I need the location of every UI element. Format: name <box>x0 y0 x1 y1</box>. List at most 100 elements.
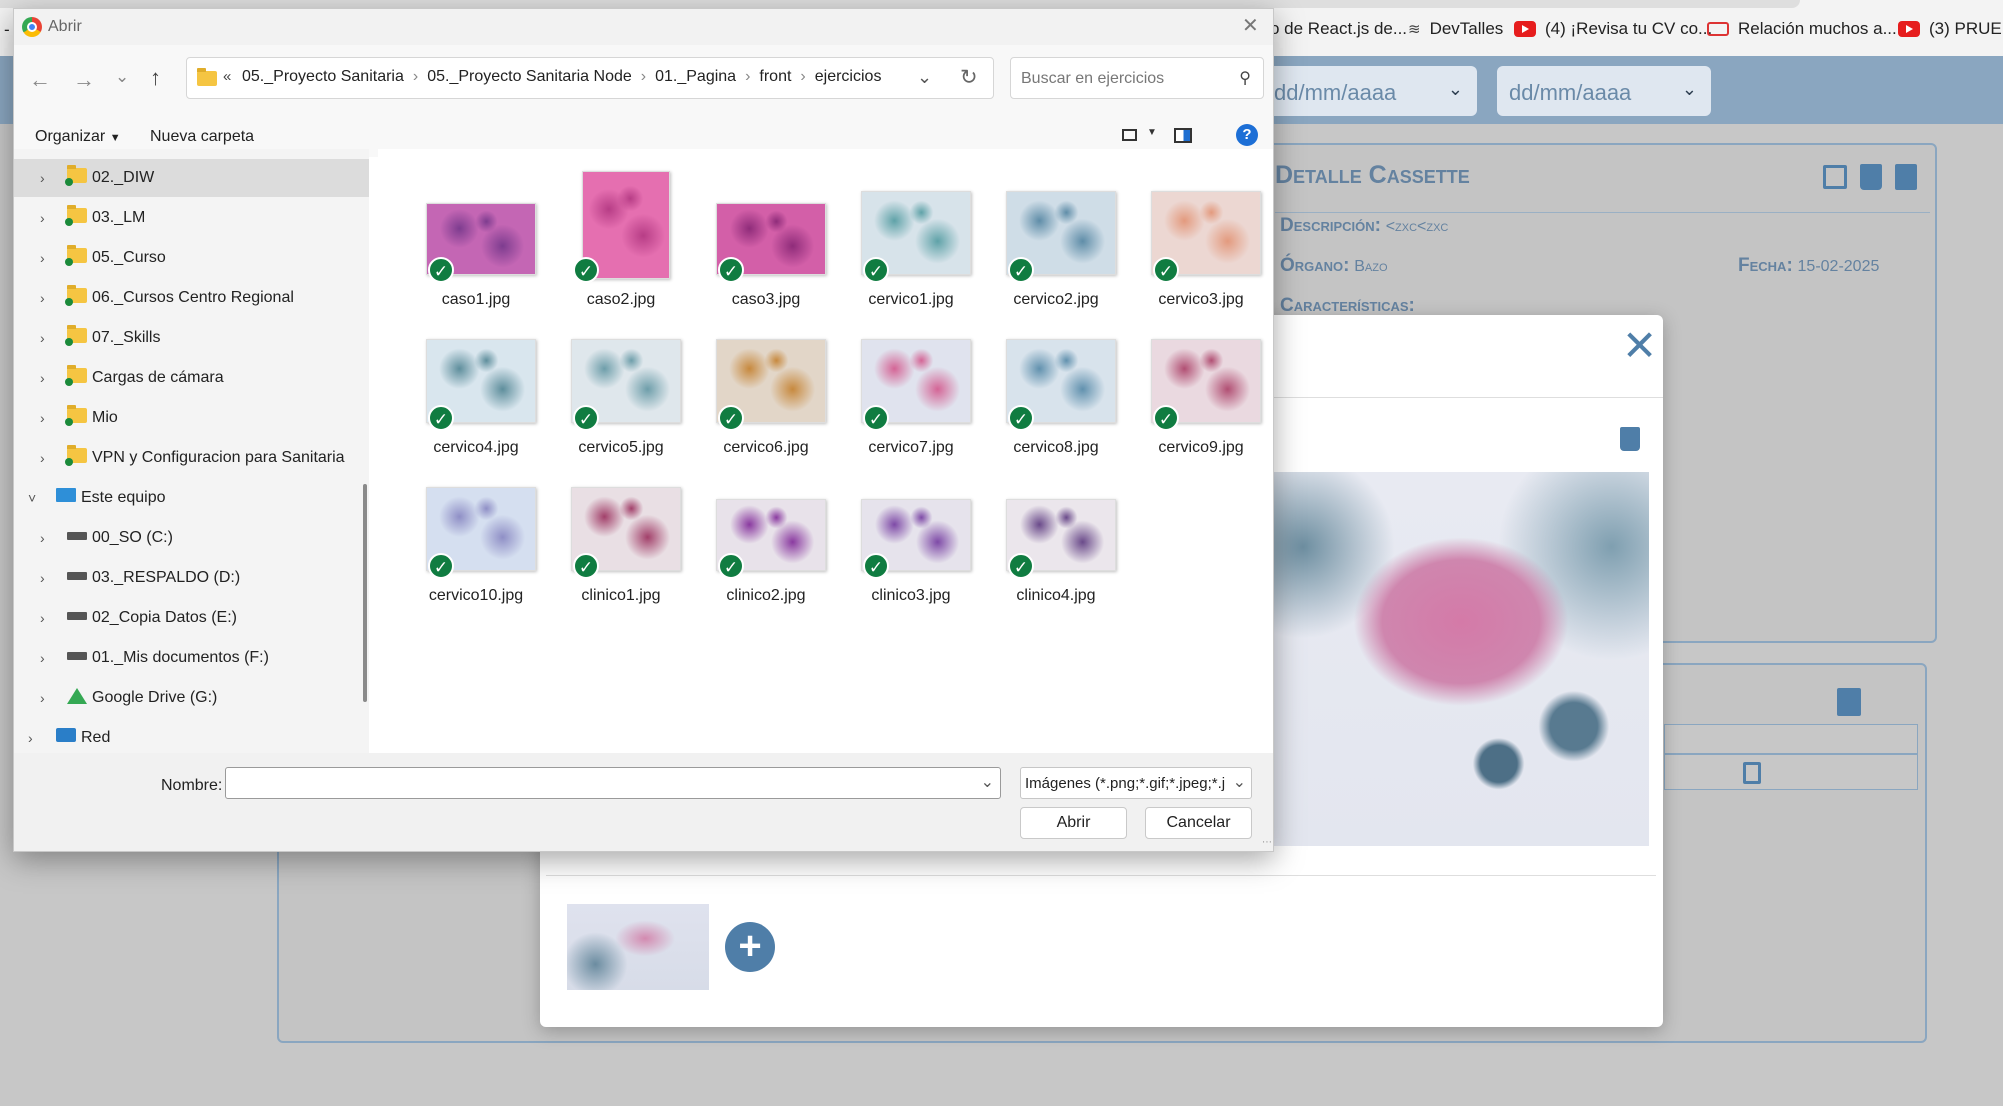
tree-item[interactable]: › 01._Mis documentos (F:) <box>14 639 369 677</box>
file-item[interactable]: ✓ cervico5.jpg <box>551 319 691 459</box>
resize-grip-icon[interactable]: ⋯ <box>1262 837 1272 848</box>
preview-pane-icon[interactable] <box>1174 128 1192 143</box>
file-item[interactable]: ✓ cervico6.jpg <box>696 319 836 459</box>
tree-item[interactable]: › 03._RESPALDO (D:) <box>14 559 369 597</box>
chevron-right-icon[interactable]: › <box>40 650 45 666</box>
sync-check-icon: ✓ <box>428 553 454 579</box>
tree-item[interactable]: › VPN y Configuracion para Sanitaria <box>14 439 369 477</box>
tree-item[interactable]: › 07._Skills <box>14 319 369 357</box>
chevron-down-icon[interactable]: ⌄ <box>917 67 932 88</box>
chevron-right-icon: › <box>640 68 647 85</box>
trash-icon[interactable] <box>1860 164 1882 190</box>
date-from-input[interactable]: dd/mm/aaaa ⌄ <box>1262 66 1477 116</box>
bookmark-dash[interactable]: - <box>4 20 10 40</box>
file-item[interactable]: ✓ cervico3.jpg <box>1131 171 1271 311</box>
search-input[interactable]: Buscar en ejercicios ⚲ <box>1010 57 1264 99</box>
tree-item[interactable]: › 06._Cursos Centro Regional <box>14 279 369 317</box>
chevron-right-icon[interactable]: › <box>40 410 45 426</box>
breadcrumb-item[interactable]: 01._Pagina <box>655 68 736 86</box>
bookmark-prueba[interactable]: (3) PRUEBA <box>1898 19 2003 39</box>
chevron-right-icon[interactable]: › <box>40 290 45 306</box>
tree-scrollbar[interactable] <box>363 484 367 702</box>
file-item[interactable]: ✓ caso2.jpg <box>551 171 691 311</box>
file-item[interactable]: ✓ caso1.jpg <box>406 171 546 311</box>
breadcrumb-item[interactable]: front <box>759 68 791 86</box>
forward-arrow-icon[interactable]: → <box>73 67 95 93</box>
chevron-down-icon[interactable]: ▼ <box>1147 127 1157 138</box>
file-item[interactable]: ✓ clinico3.jpg <box>841 467 981 607</box>
chevron-right-icon[interactable]: › <box>40 690 45 706</box>
file-item[interactable]: ✓ cervico2.jpg <box>986 171 1126 311</box>
tree-item[interactable]: › Mio <box>14 399 369 437</box>
tree-item[interactable]: › Red <box>14 719 369 753</box>
close-icon[interactable]: ✕ <box>1242 13 1259 38</box>
file-item[interactable]: ✓ cervico8.jpg <box>986 319 1126 459</box>
chevron-right-icon[interactable]: › <box>40 530 45 546</box>
refresh-icon[interactable]: ↻ <box>960 65 978 90</box>
tree-item[interactable]: › Cargas de cámara <box>14 359 369 397</box>
filename-input[interactable]: ⌄ <box>225 767 1001 799</box>
file-item[interactable]: ✓ cervico10.jpg <box>406 467 546 607</box>
tree-item[interactable]: › 02_Copia Datos (E:) <box>14 599 369 637</box>
close-icon[interactable]: ✕ <box>1622 325 1657 367</box>
tree-item-label: Mio <box>92 409 118 426</box>
file-name: cervico1.jpg <box>868 291 954 308</box>
file-item[interactable]: ✓ clinico1.jpg <box>551 467 691 607</box>
file-item[interactable]: ✓ cervico1.jpg <box>841 171 981 311</box>
chevron-right-icon[interactable]: › <box>40 170 45 186</box>
chevron-right-icon[interactable]: › <box>40 330 45 346</box>
tree-item[interactable]: › Google Drive (G:) <box>14 679 369 717</box>
help-icon[interactable]: ? <box>1236 124 1258 146</box>
chevron-down-icon: ⌄ <box>1681 79 1697 99</box>
edit-document-icon[interactable] <box>1895 164 1917 190</box>
chevron-down-icon[interactable]: ˅ <box>28 490 36 506</box>
file-item[interactable]: ✓ clinico2.jpg <box>696 467 836 607</box>
qr-code-icon[interactable] <box>1823 165 1847 189</box>
open-button[interactable]: Abrir <box>1020 807 1127 839</box>
file-item[interactable]: ✓ caso3.jpg <box>696 171 836 311</box>
chevron-right-icon[interactable]: › <box>40 370 45 386</box>
bookmark-devtalles[interactable]: ≋ DevTalles <box>1408 19 1503 39</box>
bookmark-relacion[interactable]: Relación muchos a... <box>1707 19 1897 39</box>
file-item[interactable]: ✓ clinico4.jpg <box>986 467 1126 607</box>
tree-item[interactable]: ˅ Este equipo <box>14 479 369 517</box>
new-folder-button[interactable]: Nueva carpeta <box>150 128 254 146</box>
add-file-icon[interactable] <box>1837 688 1861 716</box>
breadcrumb-item[interactable]: 05._Proyecto Sanitaria Node <box>427 68 632 86</box>
breadcrumb-item[interactable]: ejercicios <box>815 68 882 86</box>
organ-row: Órgano: Bazo <box>1280 255 1388 276</box>
tree-item[interactable]: › 03._LM <box>14 199 369 237</box>
file-type-select[interactable]: Imágenes (*.png;*.gif;*.jpeg;*.jpg ⌄ <box>1020 767 1252 799</box>
chevron-right-icon[interactable]: › <box>28 730 33 746</box>
bookmark-react[interactable]: o de React.js de... <box>1270 19 1407 39</box>
breadcrumb-item[interactable]: 05._Proyecto Sanitaria <box>242 68 404 86</box>
add-image-button[interactable]: + <box>725 922 775 972</box>
chevron-right-icon[interactable]: › <box>40 210 45 226</box>
file-item[interactable]: ✓ cervico7.jpg <box>841 319 981 459</box>
recent-locations-chevron-icon[interactable]: ⌄ <box>115 67 129 87</box>
document-icon[interactable] <box>1743 762 1761 784</box>
bookmark-cv[interactable]: (4) ¡Revisa tu CV co... <box>1514 19 1712 39</box>
chevron-right-icon[interactable]: › <box>40 610 45 626</box>
tree-item[interactable]: › 05._Curso <box>14 239 369 277</box>
file-item[interactable]: ✓ cervico9.jpg <box>1131 319 1271 459</box>
chevron-right-icon[interactable]: › <box>40 250 45 266</box>
devtalles-icon: ≋ <box>1408 21 1421 38</box>
chevron-right-icon[interactable]: › <box>40 570 45 586</box>
youtube-icon <box>1898 21 1920 37</box>
delete-image-icon[interactable] <box>1620 427 1640 451</box>
back-arrow-icon[interactable]: ← <box>29 67 51 93</box>
view-mode-icon[interactable] <box>1122 129 1137 141</box>
overflow-icon[interactable]: « <box>223 68 231 85</box>
up-arrow-icon[interactable]: ↑ <box>150 65 161 91</box>
date-to-input[interactable]: dd/mm/aaaa ⌄ <box>1497 66 1711 116</box>
address-bar[interactable]: « 05._Proyecto Sanitaria › 05._Proyecto S… <box>186 57 994 99</box>
tree-item[interactable]: › 00_SO (C:) <box>14 519 369 557</box>
cancel-button[interactable]: Cancelar <box>1145 807 1252 839</box>
chevron-right-icon: › <box>800 68 806 85</box>
organize-button[interactable]: Organizar ▼ <box>35 128 121 146</box>
file-item[interactable]: ✓ cervico4.jpg <box>406 319 546 459</box>
tree-item[interactable]: › 02._DIW <box>14 159 369 197</box>
chevron-right-icon[interactable]: › <box>40 450 45 466</box>
image-thumbnail[interactable] <box>567 904 709 990</box>
